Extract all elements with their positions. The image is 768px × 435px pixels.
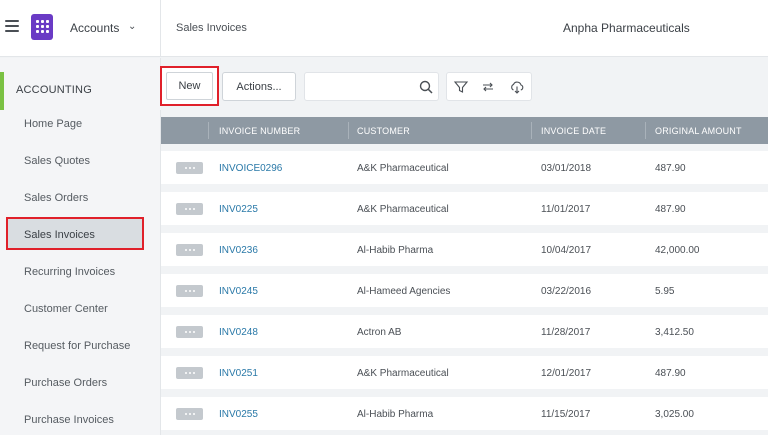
- invoice-number-link[interactable]: INV0236: [219, 245, 258, 256]
- invoice-date-cell: 03/22/2016: [541, 286, 592, 297]
- invoice-number-link[interactable]: INVOICE0296: [219, 163, 282, 174]
- customer-cell: A&K Pharmaceutical: [357, 163, 449, 174]
- search-input[interactable]: [311, 79, 411, 95]
- search-icon[interactable]: [418, 79, 434, 95]
- table-row[interactable]: INV0236 Al-Habib Pharma 10/04/2017 42,00…: [161, 233, 768, 266]
- row-actions-button[interactable]: [176, 203, 203, 215]
- sidebar-item-customer-center[interactable]: Customer Center: [24, 303, 108, 315]
- actions-button[interactable]: Actions...: [222, 72, 296, 101]
- sidebar-item-request-for-purchase[interactable]: Request for Purchase: [24, 340, 130, 352]
- filter-icon[interactable]: [453, 79, 469, 95]
- new-button[interactable]: New: [166, 72, 213, 100]
- row-actions-button[interactable]: [176, 326, 203, 338]
- invoice-date-cell: 12/01/2017: [541, 368, 592, 379]
- sidebar-item-purchase-invoices[interactable]: Purchase Invoices: [24, 414, 114, 426]
- app-name[interactable]: Accounts: [70, 21, 119, 35]
- company-name: Anpha Pharmaceuticals: [563, 21, 690, 35]
- customer-cell: Al-Habib Pharma: [357, 245, 434, 256]
- amount-cell: 487.90: [655, 368, 686, 379]
- app-switcher-area: Accounts ⌄: [0, 0, 161, 57]
- amount-cell: 3,025.00: [655, 409, 694, 420]
- app-logo: [31, 14, 53, 40]
- table-row[interactable]: INV0225 A&K Pharmaceutical 11/01/2017 48…: [161, 192, 768, 225]
- amount-cell: 5.95: [655, 286, 675, 297]
- table-row[interactable]: INV0255 Al-Habib Pharma 11/15/2017 3,025…: [161, 397, 768, 430]
- table-row[interactable]: INV0248 Actron AB 11/28/2017 3,412.50: [161, 315, 768, 348]
- column-header-invoice-date[interactable]: INVOICE DATE: [541, 126, 606, 136]
- column-header-customer[interactable]: CUSTOMER: [357, 126, 410, 136]
- customer-cell: Al-Habib Pharma: [357, 409, 434, 420]
- sidebar-item-label: Sales Invoices: [24, 229, 95, 241]
- row-actions-button[interactable]: [176, 244, 203, 256]
- invoice-number-link[interactable]: INV0248: [219, 327, 258, 338]
- amount-cell: 42,000.00: [655, 245, 700, 256]
- invoice-number-link[interactable]: INV0245: [219, 286, 258, 297]
- sidebar-section-accounting[interactable]: ACCOUNTING: [0, 72, 161, 110]
- customer-cell: Al-Hameed Agencies: [357, 286, 451, 297]
- sidebar-section-label: ACCOUNTING: [16, 84, 92, 96]
- table-row[interactable]: INV0245 Al-Hameed Agencies 03/22/2016 5.…: [161, 274, 768, 307]
- row-actions-button[interactable]: [176, 285, 203, 297]
- column-header-invoice-number[interactable]: INVOICE NUMBER: [219, 126, 300, 136]
- sidebar-item-purchase-orders[interactable]: Purchase Orders: [24, 377, 107, 389]
- invoice-date-cell: 03/01/2018: [541, 163, 592, 174]
- customer-cell: A&K Pharmaceutical: [357, 368, 449, 379]
- cloud-download-icon[interactable]: [509, 79, 525, 95]
- invoice-number-link[interactable]: INV0225: [219, 204, 258, 215]
- sidebar-item-sales-invoices[interactable]: Sales Invoices: [6, 217, 144, 250]
- sidebar-item-sales-orders[interactable]: Sales Orders: [24, 192, 88, 204]
- menu-icon[interactable]: [5, 20, 19, 32]
- amount-cell: 487.90: [655, 204, 686, 215]
- customer-cell: Actron AB: [357, 327, 402, 338]
- row-actions-button[interactable]: [176, 408, 203, 420]
- sidebar-item-sales-quotes[interactable]: Sales Quotes: [24, 155, 90, 167]
- invoice-date-cell: 11/28/2017: [541, 327, 591, 338]
- invoice-number-link[interactable]: INV0255: [219, 409, 258, 420]
- refresh-icon[interactable]: [480, 79, 496, 95]
- top-bar: Accounts ⌄ Sales Invoices Anpha Pharmace…: [0, 0, 768, 57]
- sidebar-item-home-page[interactable]: Home Page: [24, 118, 82, 130]
- table-row[interactable]: INV0251 A&K Pharmaceutical 12/01/2017 48…: [161, 356, 768, 389]
- customer-cell: A&K Pharmaceutical: [357, 204, 449, 215]
- new-button-highlight: New: [160, 66, 219, 106]
- sidebar: ACCOUNTING Home Page Sales Quotes Sales …: [0, 58, 161, 435]
- row-actions-button[interactable]: [176, 367, 203, 379]
- table-header: INVOICE NUMBER CUSTOMER INVOICE DATE ORI…: [161, 117, 768, 144]
- search-box: [304, 72, 439, 101]
- sidebar-item-recurring-invoices[interactable]: Recurring Invoices: [24, 266, 115, 278]
- view-tools: [446, 72, 532, 101]
- row-actions-button[interactable]: [176, 162, 203, 174]
- amount-cell: 3,412.50: [655, 327, 694, 338]
- invoice-number-link[interactable]: INV0251: [219, 368, 258, 379]
- invoice-date-cell: 11/01/2017: [541, 204, 591, 215]
- breadcrumb: Sales Invoices: [176, 22, 247, 34]
- amount-cell: 487.90: [655, 163, 686, 174]
- table-row[interactable]: INVOICE0296 A&K Pharmaceutical 03/01/201…: [161, 151, 768, 184]
- invoice-date-cell: 11/15/2017: [541, 409, 591, 420]
- column-header-original-amount[interactable]: ORIGINAL AMOUNT: [655, 126, 742, 136]
- invoice-date-cell: 10/04/2017: [541, 245, 592, 256]
- chevron-down-icon[interactable]: ⌄: [128, 21, 136, 32]
